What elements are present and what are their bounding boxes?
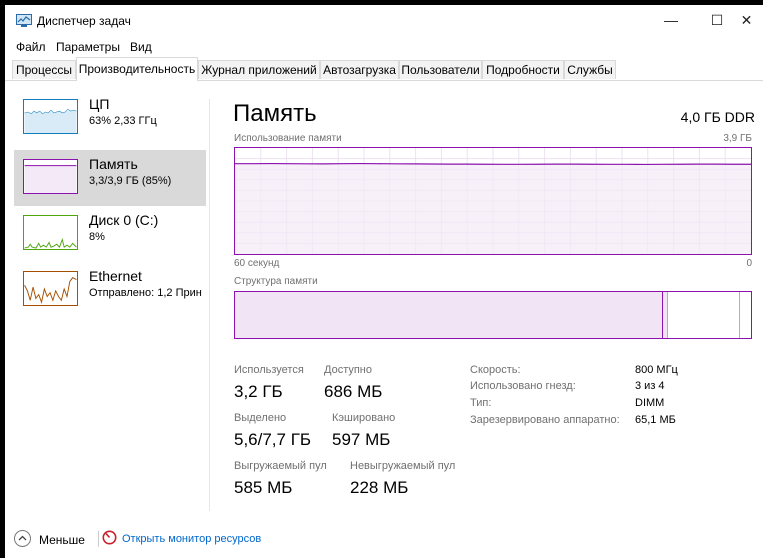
cached-value: 597 МБ bbox=[332, 430, 391, 449]
close-button[interactable]: ✕ bbox=[730, 5, 763, 35]
detail-value-slots: 3 из 4 bbox=[635, 380, 665, 392]
minimize-icon: — bbox=[664, 12, 678, 28]
usage-graph-max: 3,9 ГБ bbox=[723, 133, 752, 144]
memory-structure-bar bbox=[234, 291, 752, 339]
usage-area bbox=[235, 163, 751, 254]
detail-label-reserved: Зарезервировано аппаратно: bbox=[470, 414, 620, 426]
footer-separator bbox=[98, 531, 99, 547]
committed-label: Выделено bbox=[234, 412, 287, 424]
tab-services[interactable]: Службы bbox=[564, 60, 616, 79]
chevron-up-icon[interactable] bbox=[14, 530, 31, 547]
nonpaged-pool-value: 228 МБ bbox=[350, 478, 409, 497]
memory-graph-thumbnail bbox=[23, 159, 78, 194]
resource-item-disk[interactable]: Диск 0 (C:) 8% bbox=[14, 206, 206, 262]
in-use-value: 3,2 ГБ bbox=[234, 382, 283, 401]
minimize-button[interactable]: — bbox=[648, 5, 694, 35]
detail-label-speed: Скорость: bbox=[470, 364, 521, 376]
time-axis-start: 60 секунд bbox=[234, 258, 280, 269]
task-manager-icon bbox=[16, 14, 32, 27]
tab-app-history[interactable]: Журнал приложений bbox=[198, 60, 320, 79]
paged-pool-value: 585 МБ bbox=[234, 478, 293, 497]
structure-free bbox=[740, 292, 751, 338]
fewer-details-button[interactable]: Меньше bbox=[39, 533, 85, 547]
committed-value: 5,6/7,7 ГБ bbox=[234, 430, 312, 449]
resource-item-memory[interactable]: Память 3,3/3,9 ГБ (85%) bbox=[14, 150, 206, 206]
detail-value-speed: 800 МГц bbox=[635, 364, 678, 376]
detail-label-slots: Использовано гнезд: bbox=[470, 380, 576, 392]
resource-title-disk: Диск 0 (C:) bbox=[89, 212, 159, 228]
cached-label: Кэшировано bbox=[332, 412, 396, 424]
resource-list: ЦП 63% 2,33 ГГц Память 3,3/3,9 ГБ (85%) … bbox=[5, 80, 209, 515]
open-resource-monitor-link[interactable]: Открыть монитор ресурсов bbox=[122, 533, 261, 545]
time-axis-end: 0 bbox=[746, 258, 752, 269]
panel-divider bbox=[209, 99, 210, 511]
detail-value-reserved: 65,1 МБ bbox=[635, 414, 676, 426]
menu-bar: Файл Параметры Вид bbox=[5, 37, 763, 57]
tab-users[interactable]: Пользователи bbox=[399, 60, 482, 79]
resource-item-cpu[interactable]: ЦП 63% 2,33 ГГц bbox=[14, 90, 206, 146]
menu-view[interactable]: Вид bbox=[130, 40, 152, 54]
title-bar: Диспетчер задач — ☐ ✕ bbox=[5, 5, 763, 35]
available-value: 686 МБ bbox=[324, 382, 383, 401]
nonpaged-pool-label: Невыгружаемый пул bbox=[350, 460, 456, 472]
footer-bar: Меньше Открыть монитор ресурсов bbox=[5, 525, 763, 555]
memory-usage-graph bbox=[234, 147, 752, 255]
close-icon: ✕ bbox=[740, 12, 753, 28]
menu-options[interactable]: Параметры bbox=[56, 40, 120, 54]
maximize-icon: ☐ bbox=[710, 12, 724, 28]
tab-processes[interactable]: Процессы bbox=[12, 60, 76, 79]
detail-label-type: Тип: bbox=[470, 397, 492, 409]
resource-title-cpu: ЦП bbox=[89, 96, 110, 112]
resource-title-ethernet: Ethernet bbox=[89, 268, 142, 284]
structure-in-use bbox=[235, 292, 663, 338]
resource-subtitle-disk: 8% bbox=[89, 231, 105, 243]
memory-usage-chart bbox=[235, 148, 751, 254]
tab-startup[interactable]: Автозагрузка bbox=[320, 60, 399, 79]
resource-item-ethernet[interactable]: Ethernet Отправлено: 1,2 Прин bbox=[14, 262, 206, 318]
usage-graph-label: Использование памяти bbox=[234, 133, 342, 144]
available-label: Доступно bbox=[324, 364, 373, 376]
structure-label: Структура памяти bbox=[234, 276, 318, 287]
tab-strip: Процессы Производительность Журнал прило… bbox=[5, 57, 763, 81]
cpu-graph-thumbnail bbox=[23, 99, 78, 134]
paged-pool-label: Выгружаемый пул bbox=[234, 460, 327, 472]
resource-subtitle-cpu: 63% 2,33 ГГц bbox=[89, 115, 157, 127]
resource-title-memory: Память bbox=[89, 156, 138, 172]
structure-standby bbox=[668, 292, 740, 338]
window-title: Диспетчер задач bbox=[37, 14, 131, 28]
menu-file[interactable]: Файл bbox=[16, 40, 46, 54]
disk-graph-thumbnail bbox=[23, 215, 78, 250]
in-use-label: Используется bbox=[234, 364, 304, 376]
detail-value-type: DIMM bbox=[635, 397, 665, 409]
resource-subtitle-ethernet: Отправлено: 1,2 Прин bbox=[89, 287, 202, 299]
page-title: Память bbox=[233, 100, 317, 127]
tab-details[interactable]: Подробности bbox=[482, 60, 564, 79]
ethernet-graph-thumbnail bbox=[23, 271, 78, 306]
resource-monitor-icon[interactable] bbox=[102, 530, 117, 545]
memory-total: 4,0 ГБ DDR bbox=[680, 109, 755, 125]
resource-subtitle-memory: 3,3/3,9 ГБ (85%) bbox=[89, 175, 172, 187]
tab-performance[interactable]: Производительность bbox=[76, 57, 198, 81]
usage-line bbox=[235, 162, 751, 166]
